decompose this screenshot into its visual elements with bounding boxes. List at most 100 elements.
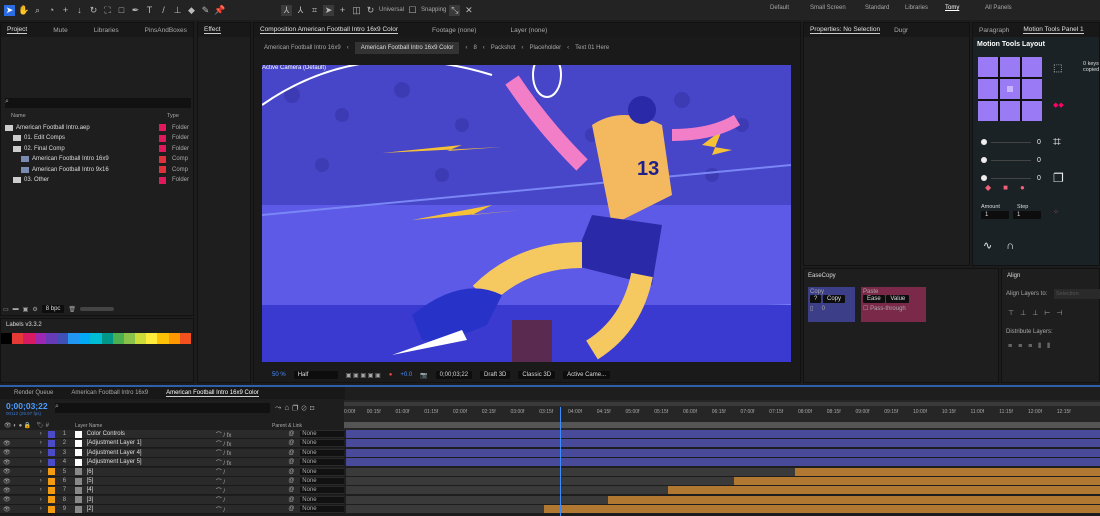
amount-input[interactable]: 1 [981,211,1009,219]
col-type[interactable]: Type [167,113,179,119]
zoom-dropdown[interactable]: 50 % [272,372,286,378]
expand-chevron-icon[interactable]: › [40,487,48,493]
expand-chevron-icon[interactable]: › [40,497,48,503]
visibility-eye-icon[interactable]: 👁 [0,496,40,503]
breadcrumb-item[interactable]: American Football Intro 16x9 Color [355,42,460,54]
layer-name[interactable]: [2] [87,506,216,512]
pickwhip-icon[interactable]: @ [288,506,300,512]
trash-icon[interactable]: 🗑 [68,306,76,313]
slider-track[interactable] [991,160,1031,161]
expand-chevron-icon[interactable]: › [40,450,48,456]
label-color[interactable] [159,145,166,152]
label-color[interactable] [159,124,166,131]
expand-chevron-icon[interactable]: › [40,506,48,512]
bounding-box-icon[interactable]: ⬚ [1053,63,1062,74]
label-color[interactable] [159,135,166,142]
parent-dropdown[interactable]: None [300,440,344,446]
label-swatch[interactable] [146,333,157,344]
new-folder-icon[interactable]: ▬ [13,306,19,312]
layer-bar[interactable] [346,430,1100,438]
expand-chevron-icon[interactable]: › [40,440,48,446]
breadcrumb-item[interactable]: 8 [473,45,476,51]
visibility-eye-icon[interactable]: 👁 [0,478,40,485]
layer-label-color[interactable] [48,468,55,475]
tab-project[interactable]: Project [7,26,27,34]
layer-label-color[interactable] [48,506,55,513]
label-swatch[interactable] [102,333,113,344]
pickwhip-icon[interactable]: @ [288,440,300,446]
axis-local-icon[interactable]: ⅄ [281,5,292,16]
expand-chevron-icon[interactable]: › [40,459,48,465]
layer-label-color[interactable] [48,478,55,485]
layer-row[interactable]: 👁›4[Adjustment Layer 5]⌒ / fx@None [0,458,344,467]
label-swatch[interactable] [90,333,101,344]
slider-track[interactable] [991,178,1031,179]
ease-slider[interactable]: 0 [981,133,1041,151]
copy-button[interactable]: Copy [823,295,845,303]
layer-name[interactable]: [4] [87,487,216,493]
switches[interactable]: ⌒ / [216,505,289,514]
expand-icon[interactable]: ✕ [463,5,474,16]
slider-handle[interactable] [981,175,987,181]
stamp-tool-icon[interactable]: ⊥ [172,5,183,16]
value-button[interactable]: Value [886,295,909,303]
timeline-tab-0[interactable]: Render Queue [14,390,53,396]
pass-through-checkbox[interactable]: ☐ [863,306,868,312]
snapping-label[interactable]: Snapping [421,7,446,13]
layer-bar[interactable] [544,505,1100,513]
label-swatch[interactable] [169,333,180,344]
label-swatch[interactable] [124,333,135,344]
layer-name[interactable]: [3] [87,497,216,503]
project-item[interactable]: 01. Edit CompsFolder [1,134,193,143]
label-swatch[interactable] [135,333,146,344]
switches[interactable]: ⌒ / [216,467,289,476]
workspace-0[interactable]: Default [770,5,810,11]
pickwhip-icon[interactable]: @ [288,431,300,437]
timecode-field[interactable]: 0;00;03;22 [436,371,472,379]
project-item[interactable]: 03. OtherFolder [1,176,193,185]
time-ruler[interactable]: 0:00f00:15f01:00f01:15f02:00f02:15f03:00… [344,400,1100,430]
slider-handle[interactable] [981,157,987,163]
label-swatch[interactable] [12,333,23,344]
layer-row[interactable]: 👁›7[4]⌒ / @None [0,486,344,495]
timeline-search[interactable]: ⌕ [55,403,270,413]
keyframe-icon[interactable]: ◆◆ [1053,101,1064,109]
layer-row[interactable]: 👁›2[Adjustment Layer 1]⌒ / fx@None [0,439,344,448]
project-search[interactable]: ⌕ [5,98,191,108]
comp-tab-1[interactable]: Footage (none) [432,27,476,34]
parent-dropdown[interactable]: None [300,497,344,503]
layer-bar[interactable] [795,468,1100,476]
clear-icon[interactable]: ▯ [810,306,813,312]
eraser-tool-icon[interactable]: ◆ [186,5,197,16]
flowchart-icon[interactable]: ⚙ [32,306,37,313]
pickwhip-icon[interactable]: @ [288,478,300,484]
switches[interactable]: ⌒ / fx [216,458,289,467]
workspace-5[interactable]: All Panels [985,5,1025,11]
layer-name[interactable]: [Adjustment Layer 1] [87,440,216,446]
layer-row[interactable]: ›1Color Controls⌒ / fx@None [0,430,344,439]
switches[interactable]: ⌒ / [216,495,289,504]
visibility-eye-icon[interactable]: 👁 [0,440,40,447]
layer-name[interactable]: [5] [87,478,216,484]
draft3d-button[interactable]: Draft 3D [480,371,510,379]
ease-button[interactable]: Ease [863,295,885,303]
layer-row[interactable]: 👁›5[6]⌒ / @None [0,468,344,477]
project-item[interactable]: American Football Intro 16x9Comp [1,155,193,164]
resolution-dropdown[interactable]: Half [294,371,338,379]
label-swatch[interactable] [68,333,79,344]
tab-dugr[interactable]: Dugr [894,27,908,34]
label-color[interactable] [159,156,166,163]
parent-dropdown[interactable]: None [300,506,344,512]
comp-tab-2[interactable]: Layer (none) [510,27,547,34]
switches[interactable]: ⌒ / fx [216,430,289,439]
distribute-buttons[interactable]: ≡≡≡⫴⫴ [1008,343,1056,351]
layer-bar[interactable] [346,458,1100,466]
workspace-1[interactable]: Small Screen [810,5,865,11]
pickwhip-icon[interactable]: @ [288,497,300,503]
dolly-tool-icon[interactable]: ↓ [74,5,85,16]
help-button[interactable]: ? [810,295,821,303]
puppet-tool-icon[interactable]: 📌 [214,5,225,16]
comp-viewer[interactable]: 13 Active Camera (Default) [262,65,791,362]
visibility-eye-icon[interactable]: 👁 [0,506,40,513]
pickwhip-icon[interactable]: @ [288,469,300,475]
